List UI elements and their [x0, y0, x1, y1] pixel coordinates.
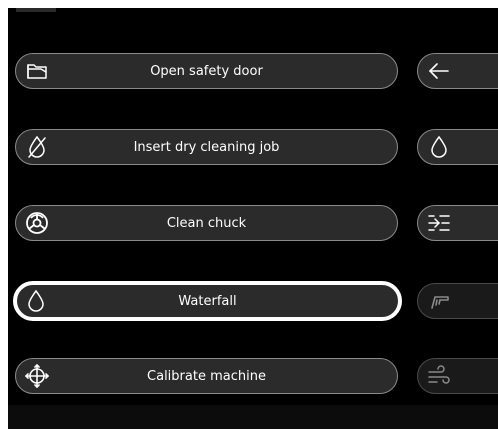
- clean-chuck-label: Clean chuck: [166, 215, 247, 231]
- bottom-bar: [8, 405, 498, 429]
- nozzle-icon: [425, 287, 453, 315]
- waterfall-label: Waterfall: [178, 293, 237, 309]
- water-drop-icon: [425, 133, 453, 161]
- insert-dry-cleaning-job-button[interactable]: Insert dry cleaning job: [15, 129, 398, 165]
- arrow-into-lines-icon: [425, 209, 453, 237]
- open-safety-door-label: Open safety door: [150, 63, 263, 79]
- feed-in-button[interactable]: [417, 205, 498, 241]
- arrow-left-icon: [425, 57, 453, 85]
- waterfall-button[interactable]: Waterfall: [13, 281, 402, 321]
- calibrate-machine-label: Calibrate machine: [147, 368, 266, 384]
- top-tab-indicator: [16, 8, 56, 12]
- clean-chuck-button[interactable]: Clean chuck: [15, 205, 398, 241]
- back-button[interactable]: [417, 53, 498, 89]
- water-drop-button[interactable]: [417, 129, 498, 165]
- insert-dry-cleaning-job-label: Insert dry cleaning job: [133, 139, 280, 155]
- calibrate-machine-button[interactable]: Calibrate machine: [15, 358, 398, 394]
- machine-control-screen: Open safety door Insert dry cleaning job…: [8, 8, 498, 429]
- nozzle-button[interactable]: [417, 283, 498, 319]
- open-safety-door-button[interactable]: Open safety door: [15, 53, 398, 89]
- air-dry-button[interactable]: [417, 358, 498, 394]
- wind-icon: [425, 362, 453, 390]
